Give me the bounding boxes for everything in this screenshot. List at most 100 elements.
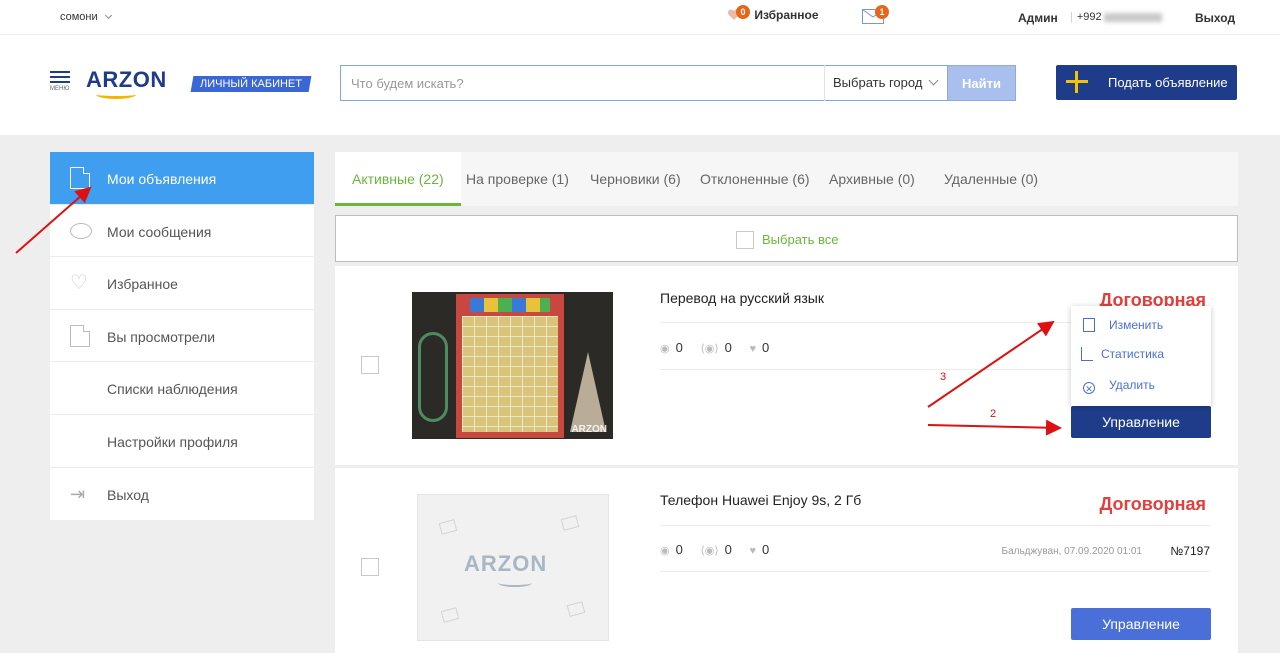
- photo-detail: [462, 316, 558, 432]
- logout-link[interactable]: Выход: [1195, 11, 1235, 25]
- document-icon: [70, 167, 90, 189]
- image-icon: [560, 515, 580, 531]
- close-circle-icon: ✕: [1083, 382, 1095, 394]
- edit-label: Изменить: [1109, 318, 1164, 332]
- annotation-step-2: 2: [990, 408, 997, 420]
- likes-count: 0: [762, 542, 770, 557]
- chevron-down-icon: [104, 11, 112, 20]
- menu-icon[interactable]: [50, 71, 70, 86]
- photo-watermark: ARZON: [571, 424, 607, 435]
- personal-cabinet-label: ЛИЧНЫЙ КАБИНЕТ: [200, 78, 302, 90]
- ad-stats: ◉ 0 ⟨◉⟩ 0 ♥ 0: [660, 340, 783, 355]
- image-icon: [440, 607, 460, 623]
- phone-redacted: [1103, 12, 1162, 22]
- exit-icon: ⇥: [70, 483, 86, 504]
- eye-icon: ◉: [660, 343, 670, 355]
- menu-label: МЕНЮ: [50, 86, 70, 92]
- ad-select-checkbox[interactable]: [361, 356, 379, 374]
- chevron-down-icon: [928, 75, 939, 86]
- document-check-icon: [70, 324, 90, 347]
- sidebar-item-my-ads[interactable]: Мои объявления: [50, 152, 314, 205]
- sidebar-item-label: Мои сообщения: [107, 223, 212, 240]
- photo-detail: [470, 298, 550, 312]
- ad-title[interactable]: Перевод на русский язык: [660, 290, 824, 306]
- ad-photo[interactable]: ARZON: [412, 292, 613, 439]
- phone-number: | +992: [1070, 11, 1162, 23]
- messages-count-badge: 1: [875, 5, 889, 19]
- sidebar-item-label: Избранное: [107, 276, 178, 293]
- edit-menu-item[interactable]: Изменить: [1083, 318, 1163, 332]
- favorites-link[interactable]: 0 Избранное: [727, 5, 819, 22]
- tab-deleted[interactable]: Удаленные (0): [944, 152, 1038, 206]
- likes-count: 0: [762, 340, 770, 355]
- tab-drafts[interactable]: Черновики (6): [590, 152, 681, 206]
- chat-bubble-icon: [70, 222, 92, 239]
- edit-icon: [1083, 318, 1095, 332]
- ad-stats: ◉ 0 ⟨◉⟩ 0 ♥ 0: [660, 542, 783, 557]
- select-all-checkbox[interactable]: [736, 231, 754, 249]
- ad-status-tabs: Активные (22) На проверке (1) Черновики …: [335, 152, 1238, 206]
- find-button[interactable]: Найти: [947, 65, 1016, 101]
- placeholder-logo: ARZON: [464, 551, 548, 576]
- ad-title[interactable]: Телефон Huawei Enjoy 9s, 2 Гб: [660, 492, 861, 508]
- phone-icon: ⟨◉⟩: [700, 545, 719, 557]
- placeholder-logo-smile: [498, 579, 532, 587]
- select-all-label[interactable]: Выбрать все: [762, 232, 838, 247]
- photo-detail: [418, 332, 448, 422]
- tab-archived[interactable]: Архивные (0): [829, 152, 915, 206]
- photo-detail: [570, 352, 606, 432]
- ad-card: ARZON Телефон Huawei Enjoy 9s, 2 Гб Дого…: [335, 468, 1238, 653]
- heart-icon: ♥: [749, 343, 757, 355]
- chart-icon: [1081, 347, 1093, 361]
- sidebar-item-watchlists[interactable]: Списки наблюдения: [50, 362, 314, 415]
- divider: [660, 571, 1210, 572]
- annotation-step-3: 3: [940, 371, 947, 383]
- manage-button[interactable]: Управление: [1071, 608, 1211, 640]
- heart-icon: ♥: [749, 545, 757, 557]
- tab-on-review[interactable]: На проверке (1): [466, 152, 569, 206]
- delete-label: Удалить: [1109, 378, 1155, 392]
- sidebar-item-label: Вы просмотрели: [107, 328, 216, 345]
- divider: [660, 525, 1210, 526]
- currency-selector[interactable]: сомони: [60, 11, 112, 23]
- ad-photo-placeholder[interactable]: ARZON: [417, 494, 609, 641]
- sidebar-item-logout[interactable]: ⇥ Выход: [50, 468, 314, 521]
- manage-dropdown-menu: Изменить Статистика ✕ Удалить: [1071, 306, 1211, 406]
- tab-active[interactable]: Активные (22): [335, 152, 461, 206]
- sidebar-item-viewed[interactable]: Вы просмотрели: [50, 310, 314, 363]
- ad-select-checkbox[interactable]: [361, 558, 379, 576]
- logo-smile: [96, 90, 136, 99]
- city-select[interactable]: Выбрать город: [824, 65, 948, 101]
- delete-menu-item[interactable]: ✕ Удалить: [1083, 378, 1155, 394]
- sidebar-item-label: Списки наблюдения: [107, 381, 238, 398]
- sidebar-item-profile-settings[interactable]: Настройки профиля: [50, 415, 314, 468]
- top-bar: сомони 0 Избранное 1 Админ | +992 Выход: [0, 0, 1280, 35]
- image-icon: [438, 519, 458, 535]
- plus-icon: [1066, 71, 1088, 93]
- search-input[interactable]: [341, 66, 821, 100]
- sidebar-item-messages[interactable]: Мои сообщения: [50, 205, 314, 258]
- ad-location-date: Бальджуван, 07.09.2020 01:01: [1001, 546, 1143, 557]
- tab-rejected[interactable]: Отклоненные (6): [700, 152, 810, 206]
- messages-link[interactable]: 1: [862, 5, 889, 25]
- manage-button[interactable]: Управление: [1071, 406, 1211, 438]
- select-all-bar: Выбрать все: [335, 215, 1238, 262]
- admin-link[interactable]: Админ: [1018, 11, 1058, 25]
- favorites-count-badge: 0: [736, 5, 750, 19]
- sidebar-item-favorites[interactable]: ♡ Избранное: [50, 257, 314, 310]
- post-ad-button[interactable]: Подать объявление: [1056, 65, 1237, 100]
- phone-icon: ⟨◉⟩: [700, 343, 719, 355]
- favorites-label: Избранное: [754, 8, 819, 22]
- calls-count: 0: [724, 340, 732, 355]
- header: МЕНЮ ARZON ЛИЧНЫЙ КАБИНЕТ Выбрать город …: [0, 35, 1280, 135]
- sidebar-item-label: Мои объявления: [107, 171, 217, 187]
- sidebar: Мои объявления Мои сообщения ♡ Избранное…: [50, 152, 314, 521]
- personal-cabinet-badge: ЛИЧНЫЙ КАБИНЕТ: [190, 76, 312, 92]
- city-select-label: Выбрать город: [833, 75, 923, 90]
- ad-price: Договорная: [1099, 494, 1207, 514]
- eye-icon: ◉: [660, 545, 670, 557]
- views-count: 0: [675, 542, 683, 557]
- ad-number: №7197: [1170, 544, 1210, 558]
- image-icon: [566, 601, 586, 617]
- statistics-menu-item[interactable]: Статистика: [1081, 347, 1164, 361]
